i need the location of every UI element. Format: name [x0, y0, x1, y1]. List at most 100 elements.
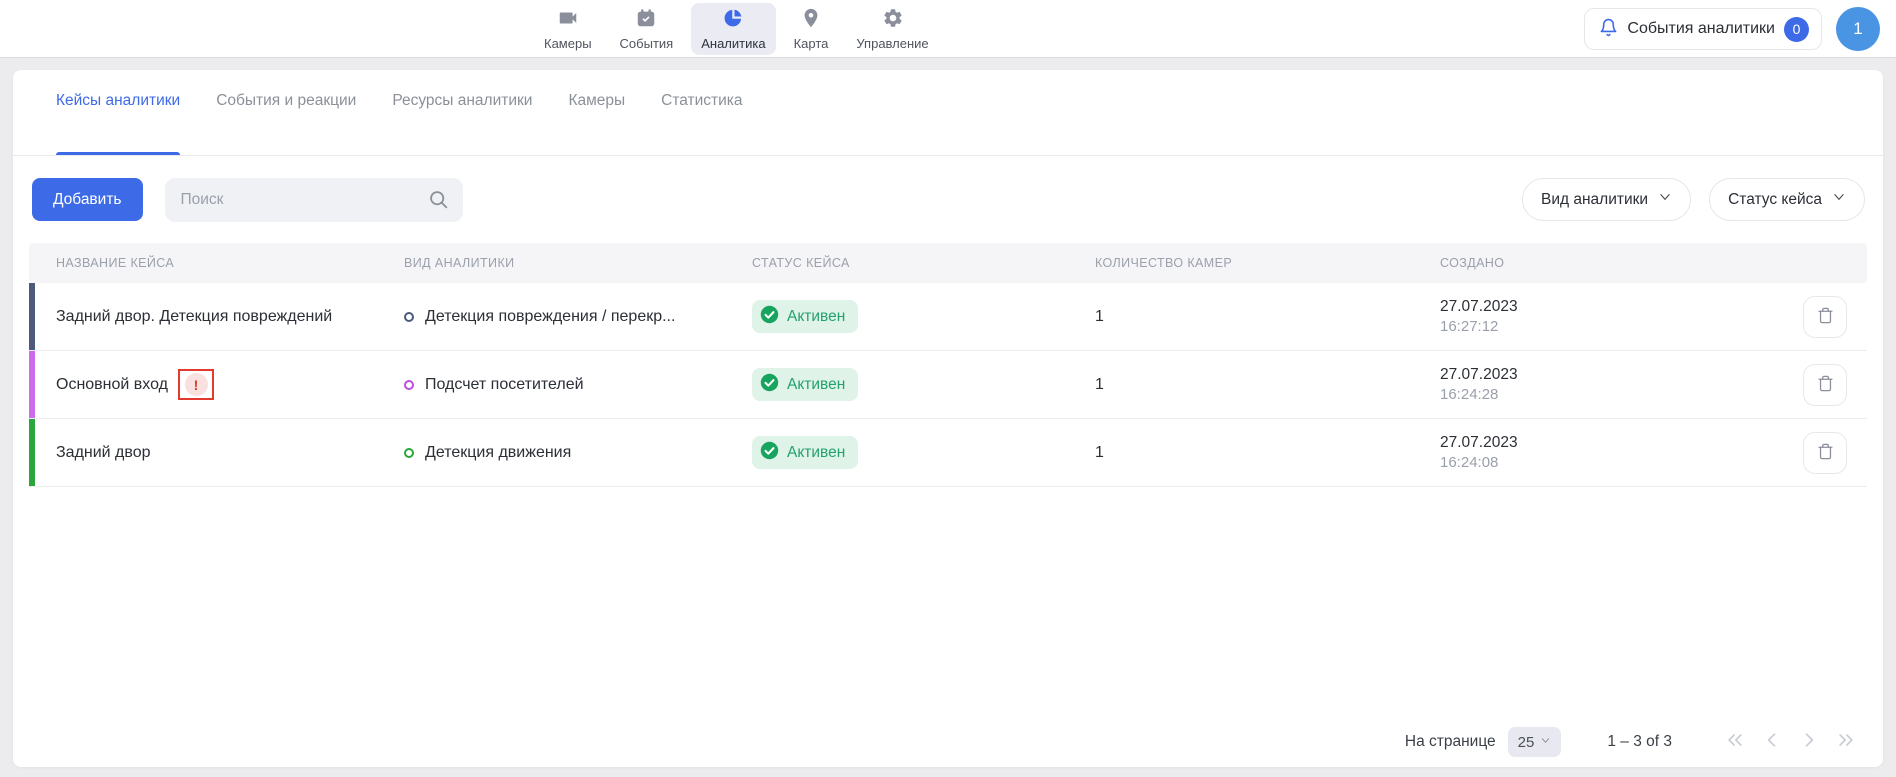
calendar-check-icon [635, 7, 657, 34]
nav-label: События [620, 36, 674, 51]
check-circle-icon [760, 305, 779, 329]
nav-label: Аналитика [701, 36, 765, 51]
tab-analytics-resources[interactable]: Ресурсы аналитики [392, 92, 532, 155]
case-name: Задний двор. Детекция повреждений [56, 308, 332, 326]
search-field [165, 178, 463, 222]
table-row[interactable]: Основной вход ! Подсчет посетителей Акти… [29, 351, 1867, 419]
row-color-bar [29, 283, 35, 350]
top-bar: Камеры События Аналитика Карта Управлени… [0, 0, 1896, 58]
tab-cameras[interactable]: Камеры [568, 92, 625, 155]
analytics-type-icon [404, 312, 414, 322]
filter-label: Вид аналитики [1541, 191, 1648, 209]
camera-count: 1 [1095, 308, 1440, 326]
analytics-type-icon [404, 380, 414, 390]
first-page-button[interactable] [1724, 731, 1746, 753]
status-badge: Активен [752, 300, 858, 333]
per-page-select[interactable]: 25 [1508, 727, 1562, 757]
content-card: Кейсы аналитики События и реакции Ресурс… [13, 70, 1883, 767]
toolbar: Добавить Вид аналитики Статус кейса [13, 156, 1883, 243]
case-name: Задний двор [56, 444, 151, 462]
check-circle-icon [760, 441, 779, 465]
trash-icon [1817, 307, 1834, 327]
table-header: Название кейса Вид аналитики Статус кейс… [29, 243, 1867, 283]
nav-item-analytics[interactable]: Аналитика [691, 3, 775, 55]
created-date: 27.07.2023 [1440, 298, 1803, 316]
analytics-events-button[interactable]: События аналитики 0 [1584, 8, 1822, 50]
filter-analytics-type[interactable]: Вид аналитики [1522, 178, 1691, 221]
tab-statistics[interactable]: Статистика [661, 92, 742, 155]
camera-icon [557, 7, 579, 34]
trash-icon [1817, 375, 1834, 395]
double-chevron-right-icon [1836, 730, 1856, 755]
created-time: 16:24:08 [1440, 454, 1803, 471]
row-color-bar [29, 419, 35, 486]
last-page-button[interactable] [1835, 731, 1857, 753]
cases-table: Название кейса Вид аналитики Статус кейс… [29, 243, 1867, 487]
gear-icon [882, 7, 904, 34]
error-annotation: ! [178, 369, 214, 400]
check-circle-icon [760, 373, 779, 397]
tab-events-reactions[interactable]: События и реакции [216, 92, 356, 155]
tab-analytics-cases[interactable]: Кейсы аналитики [56, 92, 180, 155]
camera-count: 1 [1095, 444, 1440, 462]
nav-item-events[interactable]: События [610, 3, 684, 55]
table-row[interactable]: Задний двор. Детекция повреждений ! Дете… [29, 283, 1867, 351]
nav-item-map[interactable]: Карта [784, 3, 839, 55]
col-header-case-status: Статус кейса [752, 256, 1095, 270]
status-badge: Активен [752, 436, 858, 469]
case-name: Основной вход [56, 376, 168, 394]
analytics-type-label: Детекция движения [425, 444, 571, 462]
delete-case-button[interactable] [1803, 296, 1847, 338]
filter-case-status[interactable]: Статус кейса [1709, 178, 1865, 221]
col-header-camera-count: Количество камер [1095, 256, 1440, 270]
prev-page-button[interactable] [1761, 731, 1783, 753]
table-body: Задний двор. Детекция повреждений ! Дете… [29, 283, 1867, 487]
nav-item-cameras[interactable]: Камеры [534, 3, 602, 55]
chevron-left-icon [1762, 730, 1782, 755]
double-chevron-left-icon [1725, 730, 1745, 755]
created-date: 27.07.2023 [1440, 366, 1803, 384]
bell-icon [1599, 18, 1618, 40]
events-button-label: События аналитики [1627, 20, 1775, 38]
add-button[interactable]: Добавить [32, 178, 143, 221]
pagination-bar: На странице 25 1 – 3 of 3 [1405, 727, 1857, 757]
chevron-down-icon [1540, 733, 1551, 751]
delete-case-button[interactable] [1803, 432, 1847, 474]
created-date: 27.07.2023 [1440, 434, 1803, 452]
table-row[interactable]: Задний двор ! Детекция движения Активен … [29, 419, 1867, 487]
events-count-badge: 0 [1784, 17, 1809, 42]
created-time: 16:24:28 [1440, 386, 1803, 403]
analytics-type-label: Подсчет посетителей [425, 376, 584, 394]
chevron-down-icon [1832, 190, 1846, 209]
delete-case-button[interactable] [1803, 364, 1847, 406]
pie-chart-icon [722, 7, 744, 34]
avatar[interactable]: 1 [1836, 7, 1880, 51]
trash-icon [1817, 443, 1834, 463]
per-page-label: На странице [1405, 733, 1496, 751]
page-range-label: 1 – 3 of 3 [1607, 733, 1672, 751]
analytics-type-label: Детекция повреждения / перекр... [425, 308, 675, 326]
tabs-bar: Кейсы аналитики События и реакции Ресурс… [13, 70, 1883, 156]
search-icon [428, 189, 449, 210]
nav-label: Управление [856, 36, 928, 51]
chevron-down-icon [1658, 190, 1672, 209]
status-label: Активен [787, 376, 845, 394]
per-page-value: 25 [1518, 734, 1535, 751]
search-input[interactable] [165, 178, 463, 222]
nav-item-management[interactable]: Управление [846, 3, 938, 55]
nav-label: Карта [794, 36, 829, 51]
camera-count: 1 [1095, 376, 1440, 394]
analytics-type-icon [404, 448, 414, 458]
col-header-analytics-type: Вид аналитики [404, 256, 752, 270]
col-header-created: Создано [1440, 256, 1803, 270]
error-icon: ! [185, 373, 208, 396]
nav-label: Камеры [544, 36, 592, 51]
status-label: Активен [787, 308, 845, 326]
filter-label: Статус кейса [1728, 191, 1822, 209]
status-label: Активен [787, 444, 845, 462]
map-pin-icon [800, 7, 822, 34]
chevron-right-icon [1799, 730, 1819, 755]
next-page-button[interactable] [1798, 731, 1820, 753]
status-badge: Активен [752, 368, 858, 401]
row-color-bar [29, 351, 35, 418]
